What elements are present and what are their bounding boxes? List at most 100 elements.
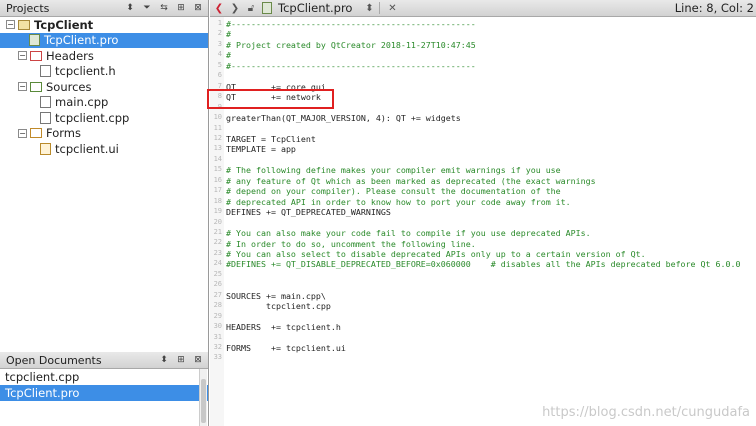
pro-file-icon	[29, 34, 40, 47]
tree-item[interactable]: − Sources	[0, 79, 208, 95]
code-line[interactable]: #DEFINES += QT_DISABLE_DEPRECATED_BEFORE…	[226, 259, 741, 269]
line-number: 21	[213, 228, 222, 236]
left-sidebar: Projects ⬍ ⏷ ⇆ ⊞ ⊠ − TcpClient TcpClient.p…	[0, 0, 209, 426]
line-number: 29	[213, 311, 222, 320]
code-line[interactable]: # The following define makes your compil…	[226, 165, 741, 175]
code-line[interactable]	[226, 354, 741, 364]
editor-file-selector[interactable]: TcpClient.pro	[278, 1, 352, 15]
code-line[interactable]: # You can also select to disable depreca…	[226, 249, 741, 259]
collapse-toggle-icon[interactable]: −	[18, 82, 27, 92]
sort-icon[interactable]: ⬍	[123, 1, 137, 15]
code-line[interactable]: DEFINES += QT_DEPRECATED_WARNINGS	[226, 207, 741, 217]
code-line[interactable]	[226, 218, 741, 228]
line-number: 18	[213, 196, 222, 205]
tree-item[interactable]: − TcpClient	[0, 17, 208, 33]
line-number: 20	[213, 217, 222, 226]
line-number: 1	[217, 19, 222, 27]
code-line[interactable]	[226, 270, 741, 280]
chevron-down-icon[interactable]: ⬍	[362, 1, 376, 15]
project-tree: − TcpClient TcpClient.pro − Headers tcpclient…	[0, 17, 208, 352]
filter-icon[interactable]: ⏷	[140, 1, 154, 15]
project-icon	[18, 19, 30, 30]
line-number: 5	[217, 60, 222, 69]
code-line[interactable]	[226, 312, 741, 322]
tree-item-label: Sources	[46, 79, 92, 94]
link-icon[interactable]: ⇆	[157, 1, 171, 15]
code-line[interactable]: #---------------------------------------…	[226, 19, 741, 29]
code-line[interactable]: SOURCES += main.cpp\	[226, 291, 741, 301]
code-line[interactable]: # depend on your compiler). Please consu…	[226, 186, 741, 196]
line-number: 27	[213, 290, 222, 299]
open-document-item[interactable]: tcpclient.cpp	[0, 369, 208, 385]
close-document-icon[interactable]: ✕	[385, 1, 399, 15]
code-line[interactable]	[226, 71, 741, 81]
sort-icon[interactable]: ⬍	[157, 353, 171, 367]
code-line[interactable]: #	[226, 29, 741, 39]
tree-item[interactable]: tcpclient.ui	[0, 141, 208, 157]
collapse-toggle-icon[interactable]: −	[18, 128, 27, 138]
cpp-file-icon	[40, 111, 51, 124]
code-line[interactable]: # Project created by QtCreator 2018-11-2…	[226, 40, 741, 50]
line-number: 28	[213, 301, 222, 310]
line-number: 14	[213, 154, 222, 163]
open-document-item[interactable]: TcpClient.pro	[0, 385, 208, 401]
code-line[interactable]	[226, 280, 741, 290]
open-documents-list: tcpclient.cpp TcpClient.pro	[0, 369, 208, 426]
line-number: 19	[213, 207, 222, 216]
line-number: 30	[213, 322, 222, 331]
toolbar-separator	[379, 2, 381, 14]
line-number: 11	[213, 123, 222, 132]
code-line[interactable]	[226, 124, 741, 134]
code-line[interactable]: FORMS += tcpclient.ui	[226, 343, 741, 353]
editor-toolbar: ❮ ❯ 🔓︎ TcpClient.pro ⬍ ✕ Line: 8, Col: 2	[210, 0, 756, 17]
tree-item[interactable]: − Headers	[0, 48, 208, 64]
line-number: 17	[213, 186, 222, 195]
collapse-toggle-icon[interactable]: −	[6, 20, 15, 30]
split-icon[interactable]: ⊞	[174, 353, 188, 367]
code-text[interactable]: #---------------------------------------…	[226, 19, 741, 364]
code-line[interactable]: # You can also make your code fail to co…	[226, 228, 741, 238]
code-line[interactable]: # deprecated API in order to know how to…	[226, 197, 741, 207]
tree-item-label: main.cpp	[55, 95, 109, 110]
collapse-toggle-icon[interactable]: −	[18, 51, 27, 61]
scrollbar-thumb[interactable]	[201, 379, 206, 423]
tree-item-label: TcpClient.pro	[44, 33, 119, 48]
tree-item[interactable]: tcpclient.cpp	[0, 110, 208, 126]
open-documents-header: Open Documents ⬍ ⊞ ⊠	[0, 352, 208, 369]
open-documents-scrollbar[interactable]	[199, 369, 207, 426]
forward-arrow-icon[interactable]: ❯	[228, 1, 242, 15]
line-number: 16	[213, 175, 222, 184]
tree-item[interactable]: tcpclient.h	[0, 64, 208, 80]
code-line[interactable]	[226, 333, 741, 343]
pro-file-icon	[262, 2, 272, 14]
code-line[interactable]: TEMPLATE = app	[226, 144, 741, 154]
code-line[interactable]: #	[226, 50, 741, 60]
lock-icon[interactable]: 🔓︎	[244, 1, 258, 15]
code-line[interactable]: tcpclient.cpp	[226, 301, 741, 311]
code-line[interactable]: TARGET = TcpClient	[226, 134, 741, 144]
line-number: 24	[213, 259, 222, 268]
line-number: 15	[213, 165, 222, 174]
code-line[interactable]: # In order to do so, uncomment the follo…	[226, 239, 741, 249]
code-editor[interactable]: 1 2 3 4 5 6 7 8 9 10 11 12 13 14 15 16 17 18 19 20 21 22 23 24 2…	[210, 17, 756, 426]
folder-icon	[30, 50, 42, 61]
split-icon[interactable]: ⊞	[174, 1, 188, 15]
tree-item[interactable]: − Forms	[0, 126, 208, 142]
highlight-box	[207, 89, 334, 109]
folder-icon	[30, 128, 42, 139]
folder-icon	[30, 81, 42, 92]
close-panel-icon[interactable]: ⊠	[191, 353, 205, 367]
back-arrow-icon[interactable]: ❮	[212, 1, 226, 15]
cpp-file-icon	[40, 96, 51, 109]
code-line[interactable]: HEADERS += tcpclient.h	[226, 322, 741, 332]
close-panel-icon[interactable]: ⊠	[191, 1, 205, 15]
tree-item[interactable]: main.cpp	[0, 95, 208, 111]
line-number: 31	[213, 332, 222, 341]
code-line[interactable]	[226, 155, 741, 165]
code-line[interactable]: # any feature of Qt which as been marked…	[226, 176, 741, 186]
tree-item[interactable]: TcpClient.pro	[0, 32, 208, 48]
code-line[interactable]: #---------------------------------------…	[226, 61, 741, 71]
tree-item-label: tcpclient.cpp	[55, 110, 130, 125]
code-line[interactable]: greaterThan(QT_MAJOR_VERSION, 4): QT += …	[226, 113, 741, 123]
line-number: 10	[213, 113, 222, 122]
